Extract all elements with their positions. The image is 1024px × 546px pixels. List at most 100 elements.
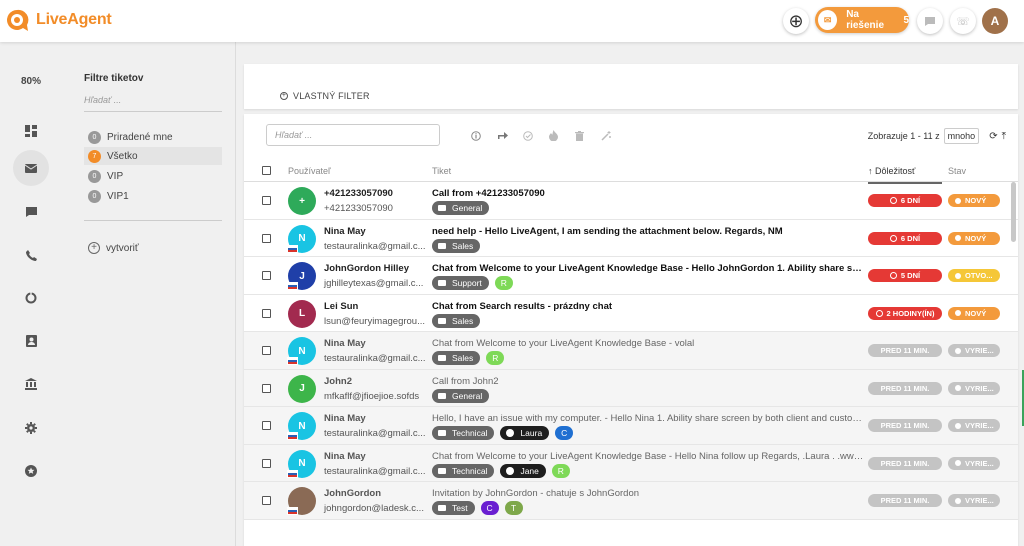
row-checkbox[interactable] (262, 233, 271, 243)
filter-item-vip1[interactable]: 0 VIP1 (84, 187, 222, 205)
user-name[interactable]: JohnGordon Hilley (324, 263, 409, 274)
filter-item-assigned[interactable]: 0 Priradené mne (84, 128, 222, 146)
nav-billing[interactable] (13, 366, 49, 402)
scrollbar[interactable] (1011, 182, 1016, 242)
table-row[interactable]: N Nina May testauralinka@gmail.c... Hell… (244, 407, 1018, 445)
scroll-top-icon[interactable]: ⤒ (1002, 131, 1006, 142)
ticket-subject[interactable]: Chat from Welcome to your LiveAgent Know… (432, 451, 864, 462)
user-name[interactable]: John2 (324, 376, 352, 387)
trash-icon[interactable] (574, 130, 585, 141)
row-checkbox[interactable] (262, 383, 271, 393)
refresh-icon[interactable]: ⟳ (989, 131, 997, 142)
user-name[interactable]: Nina May (324, 413, 366, 424)
nav-tickets[interactable] (13, 150, 49, 186)
header-state[interactable]: Stav (948, 166, 966, 176)
ticket-subject[interactable]: Call from John2 (432, 376, 864, 387)
nav-chats[interactable] (13, 194, 49, 230)
table-row[interactable]: N Nina May testauralinka@gmail.c... need… (244, 220, 1018, 257)
department-tag[interactable]: General (432, 201, 490, 215)
filter-item-vip[interactable]: 0 VIP (84, 167, 222, 185)
logo[interactable]: LiveAgent (4, 8, 112, 32)
department-tag[interactable]: Test (432, 501, 475, 515)
pagination-total-select[interactable]: mnoho (943, 128, 980, 144)
user-name[interactable]: Nina May (324, 338, 366, 349)
ticket-subject[interactable]: Hello, I have an issue with my computer.… (432, 413, 864, 424)
user-name[interactable]: Lei Sun (324, 301, 358, 312)
custom-filter-label: VLASTNÝ FILTER (293, 91, 370, 101)
magic-wand-icon[interactable] (600, 130, 611, 141)
table-row[interactable]: L Lei Sun lsun@feuryimagegrou... Chat fr… (244, 295, 1018, 332)
department-tag[interactable]: General (432, 388, 490, 403)
left-nav: 80% (0, 42, 62, 546)
department-tag[interactable]: Support (432, 276, 489, 290)
create-filter-button[interactable]: + vytvoriť (88, 242, 139, 254)
ticket-subject[interactable]: Chat from Welcome to your LiveAgent Know… (432, 263, 864, 274)
table-row[interactable]: N Nina May testauralinka@gmail.c... Chat… (244, 332, 1018, 370)
ticket-subject[interactable]: Chat from Search results - prázdny chat (432, 301, 864, 312)
info-icon[interactable] (470, 130, 481, 141)
header-ticket[interactable]: Tiket (432, 166, 451, 176)
zoom-level[interactable]: 80% (0, 76, 62, 87)
agent-tag[interactable]: Jane (500, 463, 546, 478)
filters-search-input[interactable]: Hľadať ... (84, 95, 222, 112)
user-name[interactable]: JohnGordon (324, 488, 381, 499)
table-row[interactable]: J JohnGordon Hilley jghilleytexas@gmail.… (244, 257, 1018, 295)
phone-button[interactable]: ☏ (950, 8, 976, 34)
nav-reports[interactable] (13, 280, 49, 316)
row-checkbox[interactable] (262, 496, 271, 505)
label-tag[interactable]: T (504, 501, 523, 515)
department-tag[interactable]: Sales (432, 313, 481, 328)
ticket-subject[interactable]: Chat from Welcome to your LiveAgent Know… (432, 338, 864, 349)
nav-settings[interactable] (13, 410, 49, 446)
table-row[interactable]: + +421233057090 +421233057090 Call from … (244, 182, 1018, 220)
row-checkbox[interactable] (262, 271, 271, 280)
department-tag[interactable]: Technical (432, 463, 495, 478)
row-checkbox[interactable] (262, 458, 271, 468)
header-user[interactable]: Používateľ (288, 166, 331, 176)
avatar[interactable]: L (288, 299, 316, 328)
nav-dashboard[interactable] (13, 113, 49, 149)
row-checkbox[interactable] (262, 346, 271, 355)
table-row[interactable]: JohnGordon johngordon@ladesk.c... Invita… (244, 482, 1018, 520)
ticket-search-input[interactable]: Hľadať ... (266, 124, 440, 146)
add-button[interactable]: ⊕ (783, 8, 809, 34)
folder-icon (438, 242, 446, 249)
filter-item-all[interactable]: 7 Všetko (84, 147, 222, 165)
department-tag[interactable]: Sales (432, 238, 481, 253)
nav-plugins[interactable] (13, 453, 49, 489)
row-checkbox[interactable] (262, 421, 271, 430)
forward-icon[interactable] (497, 130, 508, 141)
spam-icon[interactable] (548, 130, 559, 141)
chat-button[interactable] (917, 8, 943, 34)
label-tag[interactable]: C (480, 501, 499, 515)
ticket-subject[interactable]: Invitation by JohnGordon - chatuje s Joh… (432, 488, 864, 499)
user-name[interactable]: +421233057090 (324, 188, 393, 199)
ticket-subject[interactable]: Call from +421233057090 (432, 188, 864, 199)
table-row[interactable]: J John2 mfkaflf@jfioejioe.sofds Call fro… (244, 369, 1018, 407)
user-avatar[interactable]: A (982, 8, 1008, 34)
nav-calls[interactable] (13, 237, 49, 273)
contacts-icon (25, 335, 37, 347)
row-checkbox[interactable] (262, 196, 271, 205)
label-tag[interactable]: C (555, 426, 574, 440)
label-tag[interactable]: R (551, 463, 570, 478)
status-button[interactable]: ✉ Na riešenie 5 (815, 7, 909, 33)
agent-tag[interactable]: Laura (500, 426, 550, 440)
table-row[interactable]: N Nina May testauralinka@gmail.c... Chat… (244, 444, 1018, 482)
custom-filter-button[interactable]: + VLASTNÝ FILTER (280, 91, 370, 101)
department-tag[interactable]: Sales (432, 351, 481, 365)
avatar[interactable]: + (288, 187, 316, 215)
label-tag[interactable]: R (486, 351, 505, 365)
avatar[interactable]: J (288, 374, 316, 403)
user-name[interactable]: Nina May (324, 226, 366, 237)
row-checkbox[interactable] (262, 308, 271, 318)
select-all-checkbox[interactable] (262, 166, 271, 175)
department-tag[interactable]: Technical (432, 426, 495, 440)
ticket-subject[interactable]: need help - Hello LiveAgent, I am sendin… (432, 226, 864, 237)
status-badge: OTVO... (948, 269, 1000, 282)
alarm-clock-icon (889, 234, 897, 242)
label-tag[interactable]: R (494, 276, 513, 290)
resolve-icon[interactable] (522, 130, 533, 141)
user-name[interactable]: Nina May (324, 451, 366, 462)
nav-contacts[interactable] (13, 323, 49, 359)
